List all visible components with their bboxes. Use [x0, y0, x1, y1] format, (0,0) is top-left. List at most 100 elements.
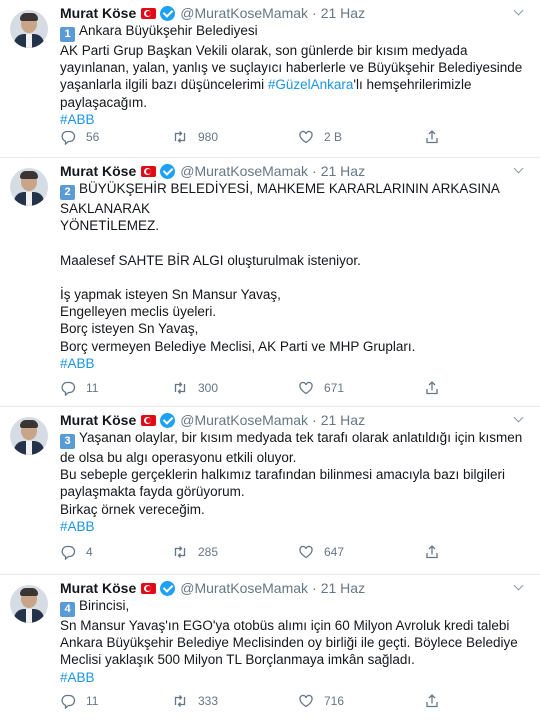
thread-number-badge: 3 [60, 434, 75, 449]
turkish-flag-icon [141, 7, 157, 19]
reply-icon [61, 545, 76, 560]
tweet-text: 3 Yaşanan olaylar, bir kısım medyada tek … [60, 429, 528, 535]
retweet-icon [174, 382, 186, 394]
author-handle[interactable]: @MuratKoseMamak [180, 412, 308, 428]
reply-count: 11 [86, 381, 99, 395]
tweet-timestamp[interactable]: 21 Haz [321, 163, 365, 179]
share-icon [426, 545, 438, 559]
chevron-down-icon[interactable] [512, 6, 526, 20]
tweet[interactable]: Murat Köse @MuratKoseMamak · 21 Haz 1 Ank… [0, 0, 540, 158]
retweet-button[interactable]: 333 [172, 692, 218, 710]
thread-number-badge: 2 [60, 185, 75, 200]
like-button[interactable]: 647 [298, 543, 344, 561]
tweet[interactable]: Murat Köse @MuratKoseMamak · 21 Haz 3 Yaş… [0, 407, 540, 575]
retweet-button[interactable]: 980 [172, 128, 218, 146]
reply-count: 4 [86, 545, 93, 559]
hashtag-link[interactable]: #ABB [60, 518, 528, 535]
avatar[interactable] [10, 585, 48, 623]
retweet-count: 333 [198, 694, 219, 708]
hashtag-link[interactable]: #ABB [60, 669, 528, 686]
chevron-down-icon[interactable] [512, 164, 526, 178]
heart-icon [299, 694, 313, 708]
verified-badge-icon [160, 580, 176, 596]
author-handle[interactable]: @MuratKoseMamak [180, 580, 308, 596]
turkish-flag-icon [141, 165, 157, 177]
retweet-icon [174, 546, 186, 558]
share-button[interactable] [424, 543, 450, 561]
verified-badge-icon [160, 163, 176, 179]
like-button[interactable]: 2 B [298, 128, 342, 146]
reply-count: 11 [86, 694, 99, 708]
tweet-text: 2 BÜYÜKŞEHİR BELEDİYESİ, MAHKEME KARARLAR… [60, 180, 528, 372]
separator-dot: · [312, 412, 317, 428]
reply-button[interactable]: 11 [60, 379, 98, 397]
reply-button[interactable]: 11 [60, 692, 98, 710]
separator-dot: · [312, 5, 317, 21]
tweet[interactable]: Murat Köse @MuratKoseMamak · 21 Haz 4 Bir… [0, 575, 540, 721]
share-button[interactable] [424, 379, 450, 397]
share-button[interactable] [424, 692, 450, 710]
reply-button[interactable]: 4 [60, 543, 96, 561]
thread-number-badge: 1 [60, 27, 75, 42]
tweet-text: 4 Birincisi, Sn Mansur Yavaş'ın EGO'ya ot… [60, 597, 528, 686]
author-handle[interactable]: @MuratKoseMamak [180, 5, 308, 21]
avatar[interactable] [10, 10, 48, 48]
like-count: 716 [324, 694, 345, 708]
retweet-count: 300 [198, 381, 219, 395]
tweet-timestamp[interactable]: 21 Haz [321, 412, 365, 428]
tweet-actions: 11 300 671 [60, 379, 500, 397]
retweet-icon [174, 695, 186, 707]
chevron-down-icon[interactable] [512, 413, 526, 427]
avatar[interactable] [10, 417, 48, 455]
heart-icon [299, 130, 313, 144]
author-handle[interactable]: @MuratKoseMamak [180, 163, 308, 179]
author-name[interactable]: Murat Köse [60, 163, 136, 179]
share-icon [426, 694, 438, 708]
turkish-flag-icon [141, 414, 157, 426]
chevron-down-icon[interactable] [512, 581, 526, 595]
heart-icon [299, 545, 313, 559]
heart-icon [299, 381, 313, 395]
verified-badge-icon [160, 412, 176, 428]
tweet-header: Murat Köse @MuratKoseMamak · 21 Haz [60, 162, 365, 180]
like-count: 671 [324, 381, 345, 395]
like-count: 647 [324, 545, 345, 559]
tweet[interactable]: Murat Köse @MuratKoseMamak · 21 Haz 2 BÜY… [0, 158, 540, 407]
reply-icon [61, 381, 76, 396]
like-count: 2 B [324, 130, 343, 144]
reply-button[interactable]: 56 [60, 128, 99, 146]
retweet-count: 980 [198, 130, 219, 144]
reply-count: 56 [86, 130, 100, 144]
turkish-flag-icon [141, 582, 157, 594]
tweet-actions: 11 333 716 [60, 692, 500, 710]
author-name[interactable]: Murat Köse [60, 580, 136, 596]
author-name[interactable]: Murat Köse [60, 5, 136, 21]
retweet-button[interactable]: 300 [172, 379, 218, 397]
retweet-count: 285 [198, 545, 219, 559]
tweet-actions: 56 980 2 B [60, 128, 500, 146]
reply-icon [61, 130, 76, 145]
tweet-text: 1 Ankara Büyükşehir Belediyesi AK Parti G… [60, 22, 528, 128]
tweet-actions: 4 285 647 [60, 543, 500, 561]
avatar[interactable] [10, 168, 48, 206]
thread-number-badge: 4 [60, 602, 75, 617]
hashtag-link[interactable]: #ABB [60, 355, 528, 372]
like-button[interactable]: 716 [298, 692, 344, 710]
share-icon [426, 381, 438, 395]
like-button[interactable]: 671 [298, 379, 344, 397]
hashtag-link[interactable]: #GüzelAnkara [268, 77, 354, 92]
tweet-header: Murat Köse @MuratKoseMamak · 21 Haz [60, 4, 365, 22]
retweet-icon [174, 131, 186, 143]
verified-badge-icon [160, 5, 176, 21]
share-icon [426, 130, 438, 144]
hashtag-link[interactable]: #ABB [60, 111, 528, 128]
tweet-header: Murat Köse @MuratKoseMamak · 21 Haz [60, 579, 365, 597]
reply-icon [61, 694, 76, 709]
tweet-header: Murat Köse @MuratKoseMamak · 21 Haz [60, 411, 365, 429]
separator-dot: · [312, 163, 317, 179]
tweet-timestamp[interactable]: 21 Haz [321, 580, 365, 596]
tweet-timestamp[interactable]: 21 Haz [321, 5, 365, 21]
share-button[interactable] [424, 128, 450, 146]
author-name[interactable]: Murat Köse [60, 412, 136, 428]
retweet-button[interactable]: 285 [172, 543, 218, 561]
